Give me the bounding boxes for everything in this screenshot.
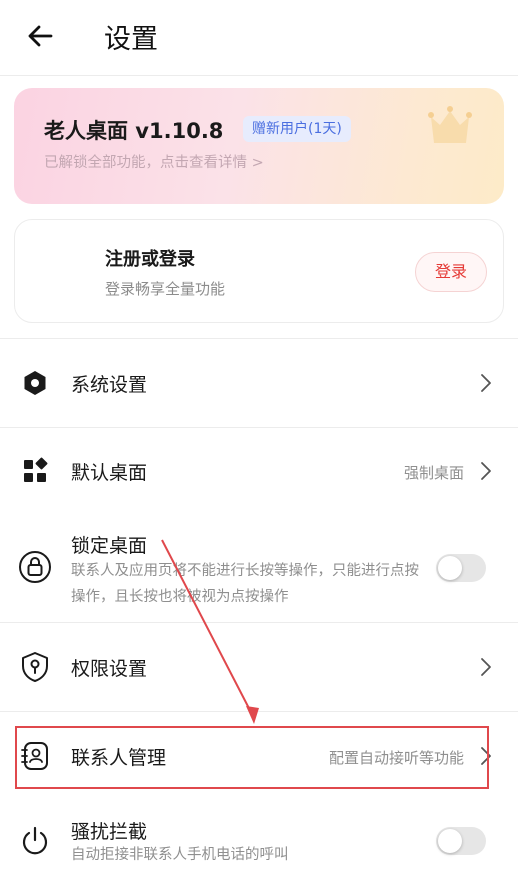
row-description: 自动拒接非联系人手机电话的呼叫 xyxy=(71,847,289,863)
login-title: 注册或登录 xyxy=(105,249,195,270)
apps-grid-icon xyxy=(18,454,52,488)
lock-desktop-toggle[interactable] xyxy=(436,554,486,582)
arrow-left-icon xyxy=(28,25,53,47)
trial-badge: 赠新用户(1天) xyxy=(243,116,351,142)
settings-row-harassment[interactable]: 骚扰拦截 自动拒接非联系人手机电话的呼叫 xyxy=(0,800,518,889)
app-header: 设置 xyxy=(0,0,518,76)
row-description: 联系人及应用页将不能进行长按等操作，只能进行点按操作，且长按也将被视为点按操作 xyxy=(71,563,419,605)
settings-row-system[interactable]: 系统设置 xyxy=(0,339,518,427)
shield-key-icon xyxy=(18,650,52,684)
chevron-right-icon xyxy=(481,462,491,480)
app-version-title: 老人桌面 v1.10.8 xyxy=(44,119,224,143)
toggle-knob xyxy=(438,556,462,580)
page-title: 设置 xyxy=(104,24,158,55)
hexagon-gear-icon xyxy=(18,366,52,400)
lock-icon xyxy=(18,550,52,584)
vip-details-link[interactable]: 已解锁全部功能，点击查看详情 > xyxy=(44,151,264,172)
power-icon xyxy=(18,824,52,858)
chevron-right-icon xyxy=(481,374,491,392)
row-label: 锁定桌面 xyxy=(71,535,148,557)
row-label: 系统设置 xyxy=(71,374,148,396)
row-label: 默认桌面 xyxy=(71,462,148,484)
annotation-highlight-box xyxy=(15,726,489,789)
row-label: 骚扰拦截 xyxy=(71,821,148,843)
settings-row-permissions[interactable]: 权限设置 xyxy=(0,623,518,711)
crown-icon xyxy=(428,106,472,143)
harassment-toggle[interactable] xyxy=(436,827,486,855)
chevron-right-icon xyxy=(481,658,491,676)
login-button[interactable]: 登录 xyxy=(415,252,487,292)
login-subtitle: 登录畅享全量功能 xyxy=(105,280,226,298)
settings-row-lock-desktop[interactable]: 锁定桌面 联系人及应用页将不能进行长按等操作，只能进行点按操作，且长按也将被视为… xyxy=(0,514,518,622)
back-button[interactable] xyxy=(22,18,58,54)
row-value: 强制桌面 xyxy=(403,464,464,482)
settings-row-default-desktop[interactable]: 默认桌面 强制桌面 xyxy=(0,428,518,514)
row-label: 权限设置 xyxy=(71,658,148,680)
login-card[interactable]: 注册或登录 登录畅享全量功能 登录 xyxy=(14,219,504,323)
toggle-knob xyxy=(438,829,462,853)
